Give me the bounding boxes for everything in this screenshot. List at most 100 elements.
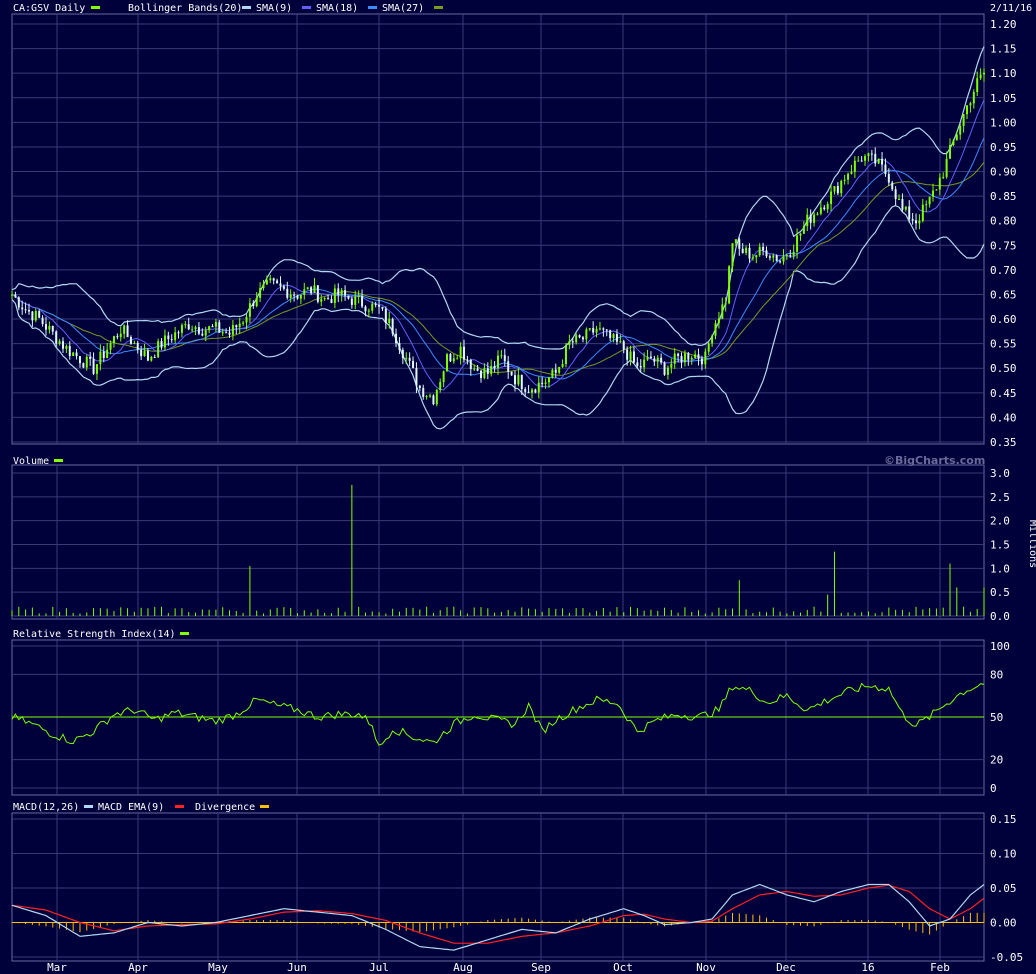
candle-body: [605, 329, 608, 331]
x-tick-label: Sep: [531, 961, 551, 974]
candle-body: [378, 305, 381, 307]
candle-body: [765, 250, 768, 257]
candle-body: [507, 361, 510, 372]
candle-body: [850, 171, 853, 174]
sma9-swatch: [302, 6, 311, 9]
bollinger-swatch: [242, 6, 251, 9]
candle-body: [493, 365, 496, 369]
candle-body: [323, 298, 326, 300]
candle-body: [901, 198, 904, 210]
candle-body: [789, 255, 792, 257]
candle-body: [680, 356, 683, 363]
candle-body: [398, 343, 401, 350]
candle-body: [775, 255, 778, 262]
candle-body: [221, 332, 224, 334]
candle-body: [41, 317, 44, 325]
candle-body: [422, 387, 425, 397]
candle-body: [915, 220, 918, 224]
millions-label: Millions: [1027, 520, 1036, 568]
x-tick-label: Apr: [128, 961, 148, 974]
sma18-label: SMA(18): [316, 3, 358, 14]
candle-body: [826, 204, 829, 210]
candle-body: [228, 332, 231, 335]
candle-body: [299, 294, 302, 299]
macd-tick-label: 0.10: [990, 848, 1017, 861]
candle-body: [95, 364, 98, 374]
candle-body: [306, 287, 309, 290]
candle-body: [581, 337, 584, 340]
candle-body: [82, 363, 85, 368]
watermark: ©BigCharts.com: [884, 454, 985, 467]
candle-body: [466, 359, 469, 361]
candle-body: [17, 297, 20, 308]
candle-body: [979, 74, 982, 79]
candle-body: [75, 352, 78, 357]
candle-body: [911, 219, 914, 221]
candle-body: [11, 294, 13, 296]
candle-body: [768, 256, 771, 258]
price-tick-label: 0.90: [990, 166, 1017, 179]
candle-body: [412, 360, 415, 369]
macd-tick-label: 0.15: [990, 813, 1017, 826]
candle-body: [928, 196, 931, 205]
candle-body: [622, 341, 625, 350]
candle-body: [921, 204, 924, 221]
candle-body: [772, 255, 775, 258]
candle-body: [330, 299, 333, 303]
candle-body: [782, 256, 785, 262]
price-tick-label: 1.15: [990, 43, 1017, 56]
x-tick-label: Mar: [47, 961, 67, 974]
candle-body: [714, 323, 717, 336]
candle-body: [551, 369, 554, 378]
candle-body: [711, 335, 714, 344]
date-label: 2/11/16: [990, 3, 1032, 14]
candle-body: [541, 382, 544, 384]
candle-body: [809, 214, 812, 223]
candle-body: [952, 140, 955, 146]
candle-body: [102, 351, 105, 359]
candle-body: [840, 180, 843, 194]
candle-body: [480, 370, 483, 378]
candle-body: [170, 339, 173, 341]
candle-body: [534, 389, 537, 393]
candle-body: [751, 257, 754, 259]
candle-body: [242, 322, 245, 324]
price-tick-label: 0.75: [990, 239, 1017, 252]
candle-body: [524, 389, 527, 392]
candle-body: [364, 306, 367, 312]
candle-body: [415, 368, 418, 386]
candle-body: [289, 294, 292, 298]
candle-body: [435, 390, 438, 405]
candle-body: [949, 145, 952, 159]
candle-body: [639, 365, 642, 368]
candle-body: [847, 173, 850, 180]
candle-body: [799, 233, 802, 236]
candle-body: [425, 396, 428, 398]
candle-body: [177, 332, 180, 334]
macd-panel-frame: [11, 812, 985, 962]
candle-body: [904, 206, 907, 210]
candle-body: [51, 325, 54, 332]
candle-body: [357, 296, 360, 298]
candle-body: [544, 382, 547, 384]
symbol-swatch: [91, 6, 100, 9]
candle-body: [578, 335, 581, 338]
sma27-label: SMA(27): [382, 3, 424, 14]
series-layer: [11, 46, 985, 951]
rsi-label: Relative Strength Index(14): [13, 629, 176, 640]
candle-body: [972, 92, 975, 104]
candle-body: [48, 325, 51, 330]
candle-body: [367, 310, 370, 312]
price-panel-frame: [11, 13, 985, 445]
candle-body: [918, 220, 921, 224]
candle-body: [204, 330, 207, 336]
candle-body: [724, 303, 727, 305]
price-tick-label: 0.70: [990, 264, 1017, 277]
bollinger-lower-band: [11, 204, 985, 430]
candle-body: [898, 198, 901, 200]
rsi-tick-label: 0: [990, 782, 997, 795]
candle-body: [615, 333, 618, 342]
volume-tick-label: 0.5: [990, 586, 1010, 599]
macd-ema-line: [11, 884, 985, 944]
candle-body: [748, 247, 751, 259]
